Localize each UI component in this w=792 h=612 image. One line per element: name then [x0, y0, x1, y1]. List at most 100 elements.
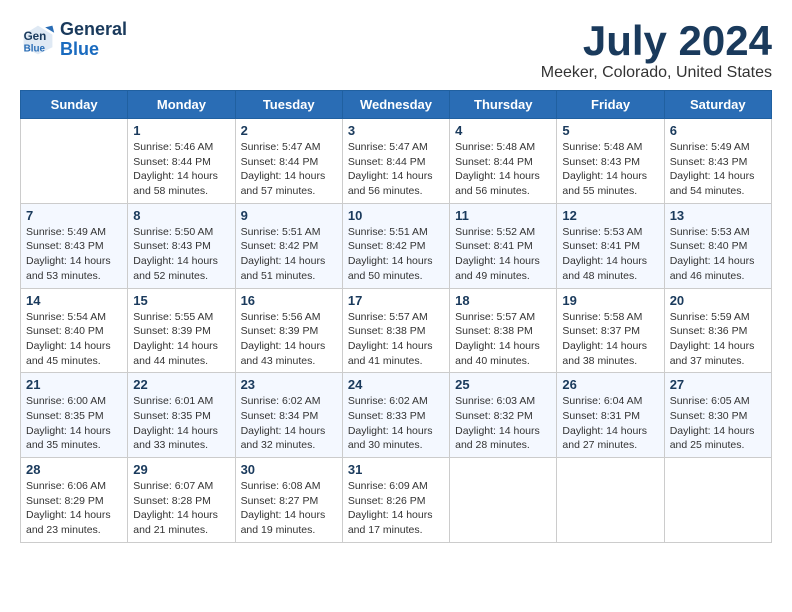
day-number: 31	[348, 462, 444, 477]
day-number: 6	[670, 123, 766, 138]
day-number: 22	[133, 377, 229, 392]
day-number: 23	[241, 377, 337, 392]
day-info: Sunrise: 5:51 AM Sunset: 8:42 PM Dayligh…	[348, 225, 444, 284]
day-info: Sunrise: 6:04 AM Sunset: 8:31 PM Dayligh…	[562, 394, 658, 453]
calendar-cell: 21 Sunrise: 6:00 AM Sunset: 8:35 PM Dayli…	[21, 373, 128, 458]
day-info: Sunrise: 5:50 AM Sunset: 8:43 PM Dayligh…	[133, 225, 229, 284]
header: Gen Blue General Blue July 2024 Meeker, …	[20, 20, 772, 82]
day-header-thursday: Thursday	[450, 91, 557, 119]
calendar-cell: 5Sunrise: 5:48 AM Sunset: 8:43 PM Daylig…	[557, 119, 664, 204]
calendar-cell: 23 Sunrise: 6:02 AM Sunset: 8:34 PM Dayli…	[235, 373, 342, 458]
day-number: 11	[455, 208, 551, 223]
day-number: 8	[133, 208, 229, 223]
day-info: Sunrise: 5:48 AM Sunset: 8:43 PM Dayligh…	[562, 140, 658, 199]
location-title: Meeker, Colorado, United States	[541, 64, 772, 82]
day-info: Sunrise: 5:49 AM Sunset: 8:43 PM Dayligh…	[26, 225, 122, 284]
day-info: Sunrise: 6:01 AM Sunset: 8:35 PM Dayligh…	[133, 394, 229, 453]
calendar-cell: 15 Sunrise: 5:55 AM Sunset: 8:39 PM Dayli…	[128, 288, 235, 373]
day-info: Sunrise: 5:46 AM Sunset: 8:44 PM Dayligh…	[133, 140, 229, 199]
calendar-cell: 12 Sunrise: 5:53 AM Sunset: 8:41 PM Dayli…	[557, 203, 664, 288]
day-number: 4	[455, 123, 551, 138]
day-number: 20	[670, 293, 766, 308]
day-number: 1	[133, 123, 229, 138]
calendar-cell	[450, 458, 557, 543]
logo-icon: Gen Blue	[20, 22, 56, 58]
day-info: Sunrise: 5:47 AM Sunset: 8:44 PM Dayligh…	[348, 140, 444, 199]
day-number: 18	[455, 293, 551, 308]
day-header-sunday: Sunday	[21, 91, 128, 119]
calendar-cell: 28Sunrise: 6:06 AM Sunset: 8:29 PM Dayli…	[21, 458, 128, 543]
calendar-cell: 8 Sunrise: 5:50 AM Sunset: 8:43 PM Daylig…	[128, 203, 235, 288]
calendar-cell: 27Sunrise: 6:05 AM Sunset: 8:30 PM Dayli…	[664, 373, 771, 458]
month-title: July 2024	[541, 20, 772, 62]
svg-text:Blue: Blue	[24, 43, 46, 54]
calendar-cell: 11 Sunrise: 5:52 AM Sunset: 8:41 PM Dayli…	[450, 203, 557, 288]
calendar-cell	[664, 458, 771, 543]
calendar-table: SundayMondayTuesdayWednesdayThursdayFrid…	[20, 90, 772, 543]
day-number: 26	[562, 377, 658, 392]
days-header-row: SundayMondayTuesdayWednesdayThursdayFrid…	[21, 91, 772, 119]
day-info: Sunrise: 5:55 AM Sunset: 8:39 PM Dayligh…	[133, 310, 229, 369]
day-info: Sunrise: 5:48 AM Sunset: 8:44 PM Dayligh…	[455, 140, 551, 199]
day-info: Sunrise: 5:52 AM Sunset: 8:41 PM Dayligh…	[455, 225, 551, 284]
calendar-cell: 24 Sunrise: 6:02 AM Sunset: 8:33 PM Dayli…	[342, 373, 449, 458]
day-info: Sunrise: 6:00 AM Sunset: 8:35 PM Dayligh…	[26, 394, 122, 453]
day-number: 2	[241, 123, 337, 138]
calendar-cell: 30 Sunrise: 6:08 AM Sunset: 8:27 PM Dayli…	[235, 458, 342, 543]
day-info: Sunrise: 6:02 AM Sunset: 8:34 PM Dayligh…	[241, 394, 337, 453]
week-row-5: 28Sunrise: 6:06 AM Sunset: 8:29 PM Dayli…	[21, 458, 772, 543]
day-number: 16	[241, 293, 337, 308]
day-number: 14	[26, 293, 122, 308]
day-number: 7	[26, 208, 122, 223]
day-number: 9	[241, 208, 337, 223]
day-info: Sunrise: 6:06 AM Sunset: 8:29 PM Dayligh…	[26, 479, 122, 538]
calendar-cell	[21, 119, 128, 204]
day-header-monday: Monday	[128, 91, 235, 119]
calendar-cell: 22 Sunrise: 6:01 AM Sunset: 8:35 PM Dayli…	[128, 373, 235, 458]
day-header-wednesday: Wednesday	[342, 91, 449, 119]
day-number: 21	[26, 377, 122, 392]
week-row-2: 7 Sunrise: 5:49 AM Sunset: 8:43 PM Daylig…	[21, 203, 772, 288]
day-number: 15	[133, 293, 229, 308]
calendar-cell: 20 Sunrise: 5:59 AM Sunset: 8:36 PM Dayli…	[664, 288, 771, 373]
day-info: Sunrise: 6:08 AM Sunset: 8:27 PM Dayligh…	[241, 479, 337, 538]
day-info: Sunrise: 6:09 AM Sunset: 8:26 PM Dayligh…	[348, 479, 444, 538]
calendar-cell: 16 Sunrise: 5:56 AM Sunset: 8:39 PM Dayli…	[235, 288, 342, 373]
day-info: Sunrise: 6:02 AM Sunset: 8:33 PM Dayligh…	[348, 394, 444, 453]
day-number: 12	[562, 208, 658, 223]
day-number: 24	[348, 377, 444, 392]
day-number: 13	[670, 208, 766, 223]
calendar-cell: 26 Sunrise: 6:04 AM Sunset: 8:31 PM Dayli…	[557, 373, 664, 458]
day-info: Sunrise: 5:54 AM Sunset: 8:40 PM Dayligh…	[26, 310, 122, 369]
calendar-cell: 4 Sunrise: 5:48 AM Sunset: 8:44 PM Daylig…	[450, 119, 557, 204]
day-info: Sunrise: 5:49 AM Sunset: 8:43 PM Dayligh…	[670, 140, 766, 199]
calendar-cell: 19Sunrise: 5:58 AM Sunset: 8:37 PM Dayli…	[557, 288, 664, 373]
title-area: July 2024 Meeker, Colorado, United State…	[541, 20, 772, 82]
logo-line2: Blue	[60, 39, 99, 59]
day-info: Sunrise: 6:07 AM Sunset: 8:28 PM Dayligh…	[133, 479, 229, 538]
week-row-4: 21 Sunrise: 6:00 AM Sunset: 8:35 PM Dayli…	[21, 373, 772, 458]
day-number: 30	[241, 462, 337, 477]
day-info: Sunrise: 5:47 AM Sunset: 8:44 PM Dayligh…	[241, 140, 337, 199]
calendar-cell: 3 Sunrise: 5:47 AM Sunset: 8:44 PM Daylig…	[342, 119, 449, 204]
logo: Gen Blue General Blue	[20, 20, 127, 60]
calendar-cell: 17Sunrise: 5:57 AM Sunset: 8:38 PM Dayli…	[342, 288, 449, 373]
calendar-cell: 13Sunrise: 5:53 AM Sunset: 8:40 PM Dayli…	[664, 203, 771, 288]
day-header-tuesday: Tuesday	[235, 91, 342, 119]
calendar-cell	[557, 458, 664, 543]
day-number: 25	[455, 377, 551, 392]
day-info: Sunrise: 5:57 AM Sunset: 8:38 PM Dayligh…	[455, 310, 551, 369]
day-info: Sunrise: 5:58 AM Sunset: 8:37 PM Dayligh…	[562, 310, 658, 369]
day-info: Sunrise: 5:56 AM Sunset: 8:39 PM Dayligh…	[241, 310, 337, 369]
week-row-3: 14 Sunrise: 5:54 AM Sunset: 8:40 PM Dayli…	[21, 288, 772, 373]
day-info: Sunrise: 5:51 AM Sunset: 8:42 PM Dayligh…	[241, 225, 337, 284]
calendar-cell: 1 Sunrise: 5:46 AM Sunset: 8:44 PM Daylig…	[128, 119, 235, 204]
day-info: Sunrise: 5:59 AM Sunset: 8:36 PM Dayligh…	[670, 310, 766, 369]
day-info: Sunrise: 5:53 AM Sunset: 8:41 PM Dayligh…	[562, 225, 658, 284]
day-header-saturday: Saturday	[664, 91, 771, 119]
svg-text:Gen: Gen	[24, 30, 47, 43]
day-info: Sunrise: 6:05 AM Sunset: 8:30 PM Dayligh…	[670, 394, 766, 453]
calendar-cell: 29Sunrise: 6:07 AM Sunset: 8:28 PM Dayli…	[128, 458, 235, 543]
day-number: 3	[348, 123, 444, 138]
calendar-cell: 31 Sunrise: 6:09 AM Sunset: 8:26 PM Dayli…	[342, 458, 449, 543]
